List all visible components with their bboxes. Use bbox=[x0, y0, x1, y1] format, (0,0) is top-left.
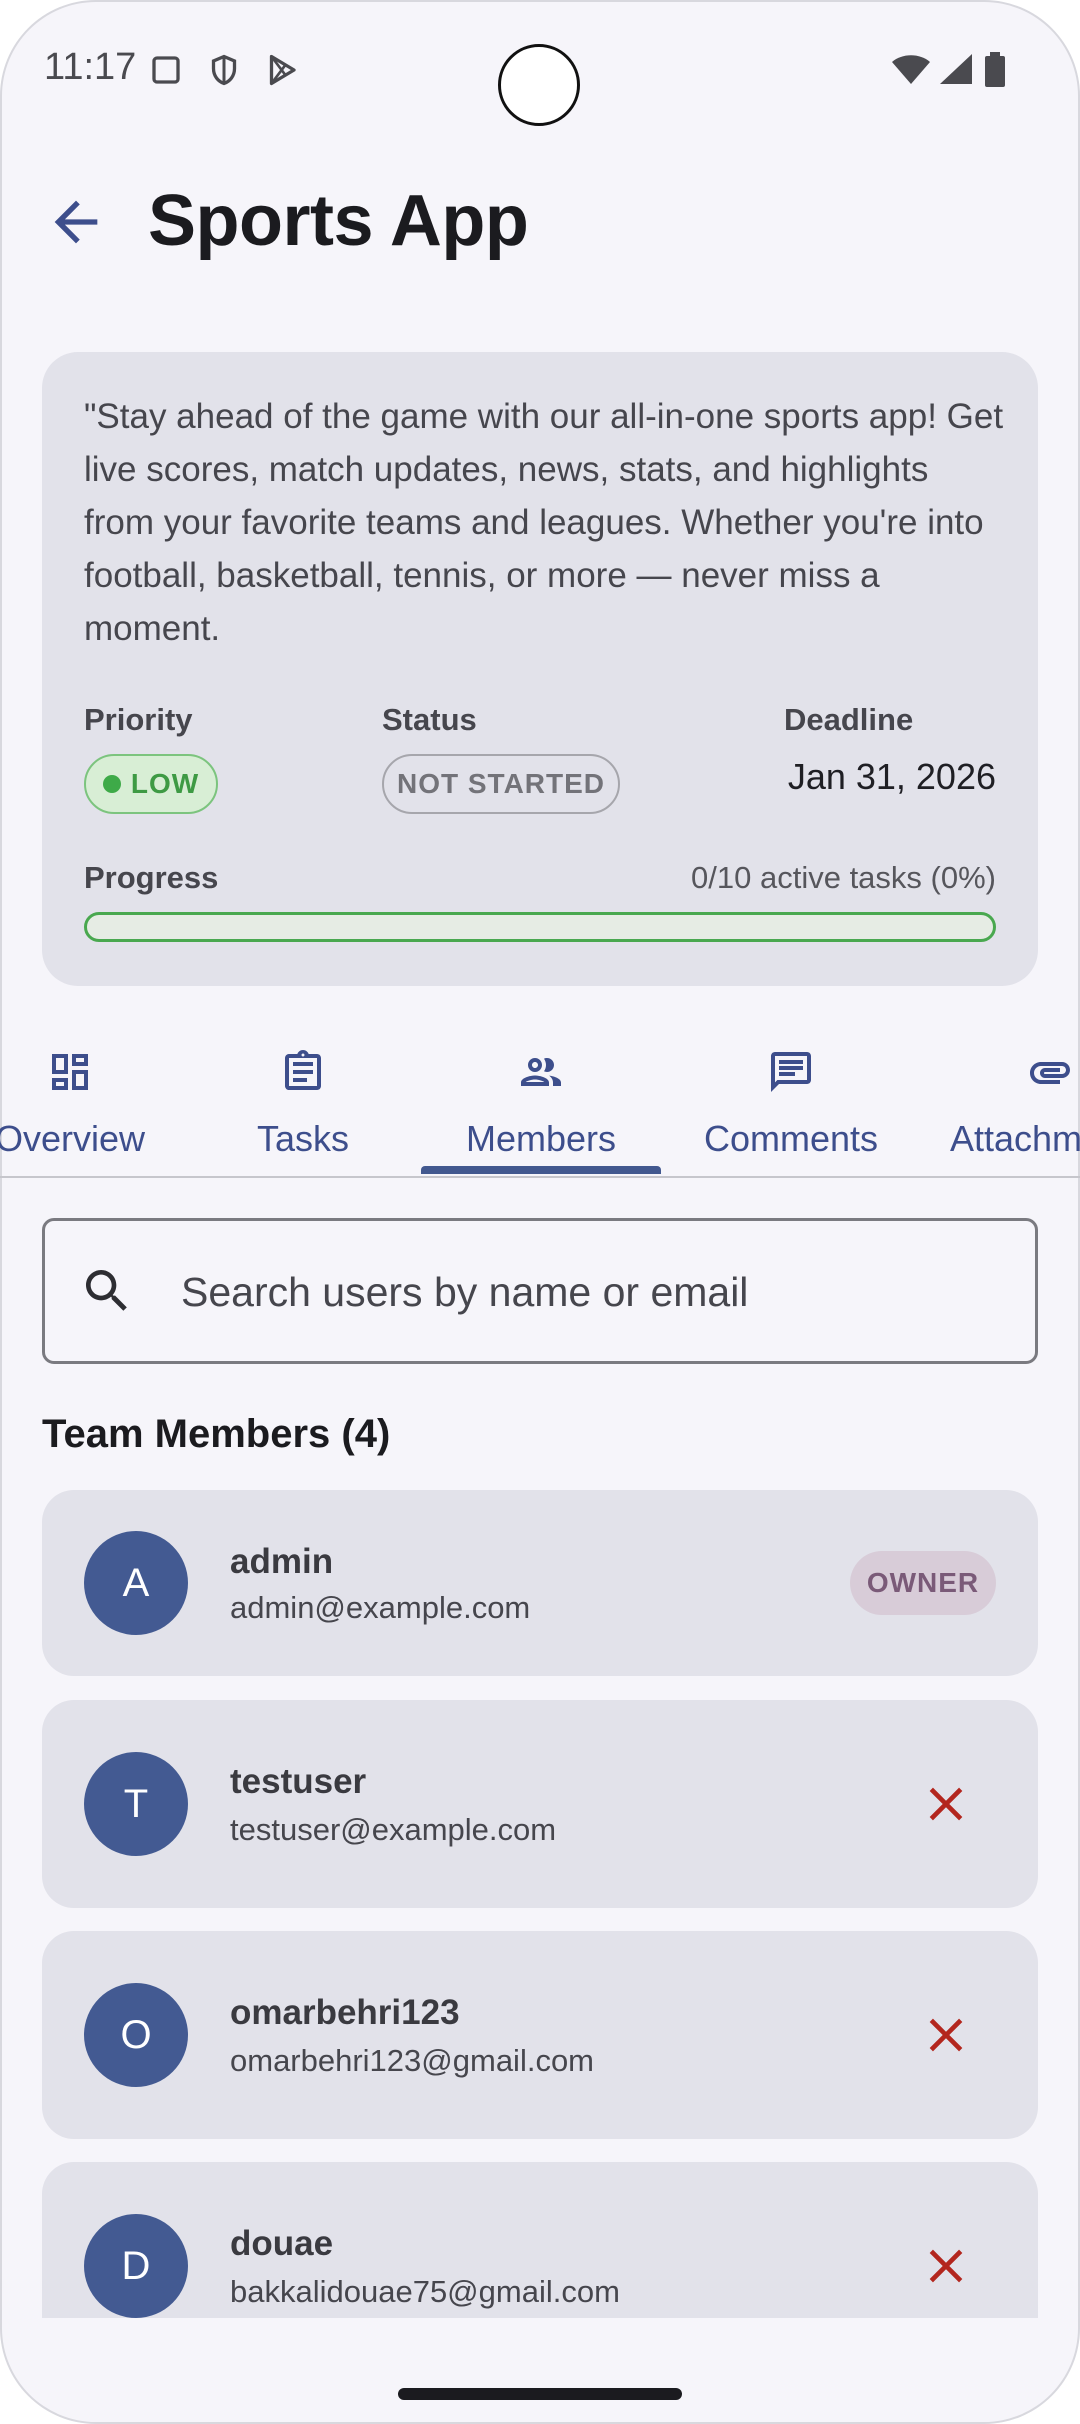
tab-label: Comments bbox=[703, 1118, 879, 1159]
avatar-initial: T bbox=[123, 1781, 149, 1826]
member-email: bakkalidouae75@gmail.com bbox=[230, 2274, 620, 2309]
tab-comments[interactable]: Comments bbox=[681, 1030, 901, 1176]
avatar-initial: O bbox=[120, 2012, 152, 2057]
clipboard-icon bbox=[285, 1050, 321, 1090]
member-row: D douae bakkalidouae75@gmail.com bbox=[42, 2162, 1038, 2318]
member-name: admin bbox=[230, 1542, 334, 1581]
play-store-icon bbox=[264, 52, 300, 93]
tab-label: Attachments bbox=[949, 1118, 1080, 1159]
avatar: D bbox=[84, 2214, 188, 2318]
team-members-heading: Team Members (4) bbox=[42, 1412, 391, 1456]
tab-selected-indicator bbox=[421, 1166, 661, 1174]
member-row: T testuser testuser@example.com bbox=[42, 1700, 1038, 1908]
member-name: testuser bbox=[230, 1762, 367, 1801]
tab-overview[interactable]: Overview bbox=[0, 1030, 170, 1176]
arrow-back-icon bbox=[54, 200, 98, 244]
progress-bar bbox=[84, 912, 996, 942]
remove-member-button[interactable] bbox=[918, 2007, 974, 2063]
deadline-value: Jan 31, 2026 bbox=[787, 756, 996, 797]
priority-label: Priority bbox=[84, 702, 193, 737]
member-row: A admin admin@example.com OWNER bbox=[42, 1490, 1038, 1676]
avatar-initial: D bbox=[121, 2243, 151, 2288]
priority-dot-icon bbox=[102, 775, 121, 793]
status-label: Status bbox=[382, 702, 477, 737]
screenshot-icon bbox=[148, 52, 184, 93]
home-indicator[interactable] bbox=[398, 2388, 682, 2400]
avatar: A bbox=[84, 1531, 188, 1635]
avatar-initial: A bbox=[122, 1560, 150, 1605]
comment-icon bbox=[771, 1052, 811, 1092]
progress-label: Progress bbox=[84, 860, 219, 895]
remove-member-button[interactable] bbox=[918, 2238, 974, 2294]
member-list: A admin admin@example.com OWNER T testus… bbox=[0, 1480, 1080, 2318]
people-icon bbox=[521, 1058, 561, 1086]
tab-attachments[interactable]: Attachments bbox=[920, 1030, 1080, 1176]
member-email: omarbehri123@gmail.com bbox=[230, 2043, 595, 2078]
paperclip-icon bbox=[1030, 1062, 1070, 1084]
search-placeholder: Search users by name or email bbox=[181, 1269, 749, 1315]
owner-badge: OWNER bbox=[850, 1551, 996, 1615]
priority-chip: LOW bbox=[84, 754, 218, 814]
back-button[interactable] bbox=[44, 190, 108, 254]
signal-icon bbox=[938, 52, 974, 91]
close-icon bbox=[929, 2249, 963, 2283]
tab-members[interactable]: Members bbox=[421, 1030, 661, 1176]
tab-tasks[interactable]: Tasks bbox=[203, 1030, 403, 1176]
page-title: Sports App bbox=[148, 181, 529, 261]
close-icon bbox=[929, 1787, 963, 1821]
status-chip: NOT STARTED bbox=[382, 754, 620, 814]
dashboard-icon bbox=[52, 1054, 88, 1090]
phone-screen: 11:17 Sports App "Stay ahead of the game… bbox=[0, 0, 1080, 2424]
wifi-icon bbox=[890, 54, 932, 91]
member-name: omarbehri123 bbox=[230, 1993, 460, 2032]
project-description: "Stay ahead of the game with our all-in-… bbox=[84, 397, 1004, 648]
avatar: T bbox=[84, 1752, 188, 1856]
tab-bar: Overview Tasks Members Comments Attachme… bbox=[0, 1030, 1080, 1178]
camera-cutout bbox=[498, 44, 580, 126]
tab-label: Overview bbox=[0, 1118, 146, 1159]
member-email: admin@example.com bbox=[230, 1590, 531, 1625]
priority-value: LOW bbox=[130, 768, 200, 799]
deadline-label: Deadline bbox=[784, 702, 914, 737]
avatar: O bbox=[84, 1983, 188, 2087]
shield-icon bbox=[206, 52, 242, 93]
battery-icon bbox=[984, 52, 1006, 93]
status-time: 11:17 bbox=[44, 46, 137, 88]
remove-member-button[interactable] bbox=[918, 1776, 974, 1832]
project-info-card: "Stay ahead of the game with our all-in-… bbox=[42, 352, 1038, 986]
member-row: O omarbehri123 omarbehri123@gmail.com bbox=[42, 1931, 1038, 2139]
progress-text: 0/10 active tasks (0%) bbox=[691, 860, 996, 895]
tab-label: Tasks bbox=[256, 1118, 350, 1159]
close-icon bbox=[929, 2018, 963, 2052]
search-icon bbox=[86, 1270, 127, 1311]
member-name: douae bbox=[230, 2224, 334, 2263]
search-input[interactable]: Search users by name or email bbox=[42, 1218, 1038, 1364]
tab-label: Members bbox=[465, 1118, 617, 1159]
status-value: NOT STARTED bbox=[396, 768, 606, 799]
member-email: testuser@example.com bbox=[230, 1812, 557, 1847]
status-bar: 11:17 bbox=[0, 0, 1080, 140]
